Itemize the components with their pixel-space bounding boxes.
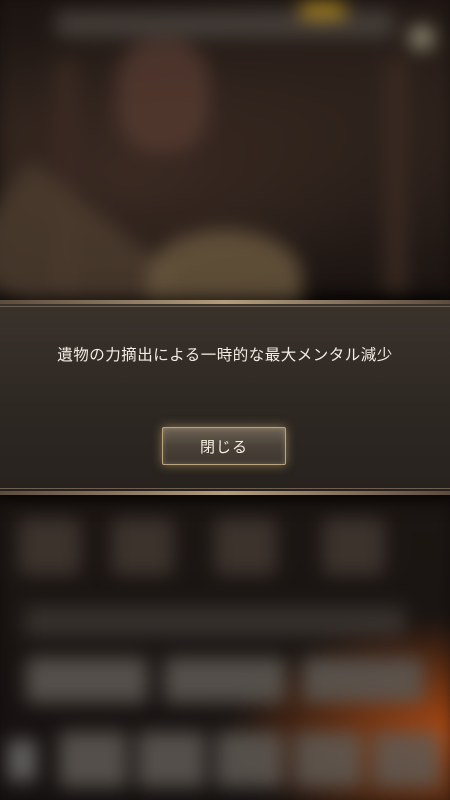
background-tile (59, 731, 128, 788)
game-screen: 遺物の力摘出による一時的な最大メンタル減少 閉じる (0, 0, 450, 800)
background-stat (322, 518, 385, 576)
notice-dialog: 遺物の力摘出による一時的な最大メンタル減少 (0, 300, 450, 495)
dialog-divider (0, 488, 450, 489)
background-button (164, 657, 286, 703)
background-icon (7, 739, 37, 782)
background-stat (214, 518, 277, 576)
background-tile (215, 731, 284, 788)
background-tile (137, 731, 206, 788)
background-button (26, 657, 148, 703)
background-strip (24, 606, 406, 637)
close-button[interactable]: 閉じる (162, 427, 286, 465)
background-button (302, 657, 424, 703)
background-column (384, 60, 408, 297)
background-stat (111, 518, 174, 576)
background-tile (372, 731, 441, 788)
background-badge (300, 2, 346, 19)
background-icon (409, 25, 435, 50)
background-stat (19, 518, 81, 576)
dialog-message: 遺物の力摘出による一時的な最大メンタル減少 (57, 346, 393, 364)
background-tile (294, 731, 362, 788)
dialog-divider (0, 306, 450, 307)
background-figure (116, 39, 210, 153)
